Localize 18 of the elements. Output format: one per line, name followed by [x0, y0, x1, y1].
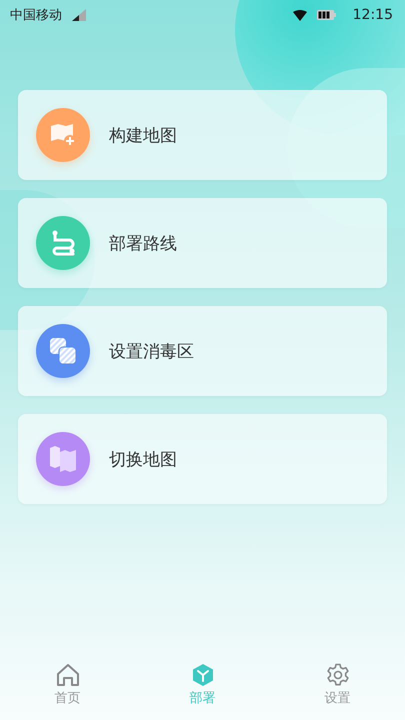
- menu-label: 构建地图: [109, 124, 177, 146]
- wifi-icon: [292, 10, 307, 20]
- settings-icon: [326, 663, 350, 687]
- menu-label: 设置消毒区: [109, 340, 194, 362]
- zones-icon: [48, 336, 78, 366]
- menu-card[interactable]: 部署路线: [18, 198, 387, 288]
- menu-card[interactable]: 构建地图: [18, 90, 387, 180]
- signal-icon: [72, 9, 86, 21]
- maps-icon: [48, 444, 78, 474]
- battery-icon: [316, 10, 337, 20]
- menu-label: 部署路线: [109, 232, 177, 254]
- menu-card[interactable]: 设置消毒区: [18, 306, 387, 396]
- cube-icon: [190, 663, 214, 687]
- menu-card[interactable]: 切换地图: [18, 414, 387, 504]
- menu-label: 切换地图: [109, 448, 177, 470]
- clock-time: 12:15: [352, 7, 393, 23]
- home-icon: [54, 663, 80, 687]
- carrier-name: 中国移动: [10, 7, 62, 24]
